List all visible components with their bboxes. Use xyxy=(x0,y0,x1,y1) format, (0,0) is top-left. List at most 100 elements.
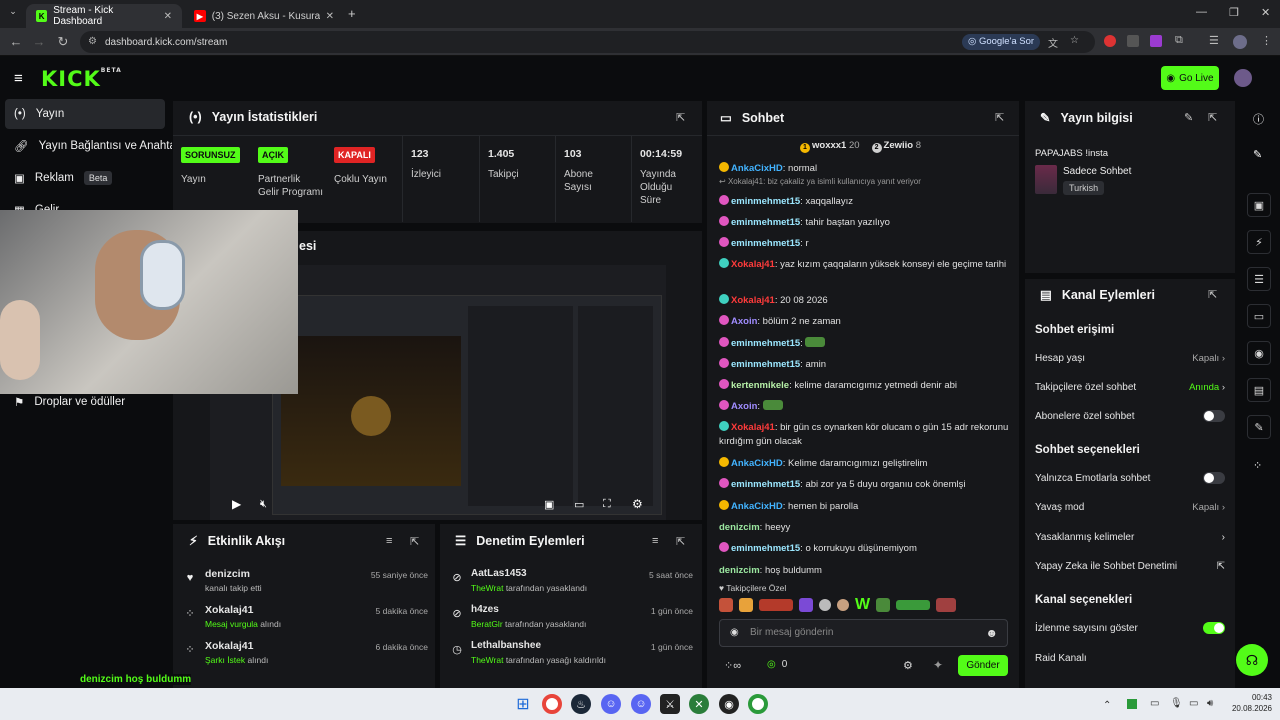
subscribers-only-toggle[interactable] xyxy=(1203,410,1225,422)
extension-icon[interactable] xyxy=(1127,35,1139,47)
emote-icon[interactable] xyxy=(819,599,831,611)
bookmark-star-icon[interactable]: ☆ xyxy=(1070,35,1079,46)
riot-icon[interactable]: ⚔ xyxy=(660,694,680,714)
tab-kick-dashboard[interactable]: K Stream - Kick Dashboard ✕ xyxy=(26,4,182,28)
widget-broadcast-icon[interactable]: ◉ xyxy=(1247,341,1271,365)
chat-username[interactable]: Xokalaj41 xyxy=(731,422,775,433)
pencil-icon[interactable]: ✎ xyxy=(1253,148,1262,161)
chat-message[interactable]: eminmehmet15: amin xyxy=(719,358,1009,372)
minimize-icon[interactable]: — xyxy=(1196,6,1207,18)
popout-icon[interactable]: ⇱ xyxy=(410,535,419,548)
tray-app-icon[interactable] xyxy=(1127,699,1137,709)
filter-icon[interactable]: ≡ xyxy=(652,535,658,547)
kick-logo[interactable]: KICKBETA xyxy=(41,67,122,91)
url-field[interactable]: ⚙ dashboard.kick.com/stream ◎ Google'a S… xyxy=(80,31,1095,53)
widget-wrench-icon[interactable]: ✎ xyxy=(1247,415,1271,439)
chat-username[interactable]: AnkaCixHD xyxy=(731,501,783,512)
chat-username[interactable]: AnkaCixHD xyxy=(731,458,783,469)
show-viewcount-toggle[interactable] xyxy=(1203,622,1225,634)
translate-icon[interactable]: 文 xyxy=(1048,35,1058,50)
tray-chevron-icon[interactable]: ⌃ xyxy=(1103,700,1111,711)
channel-points[interactable]: ◎ 0 xyxy=(767,659,787,670)
xbox-icon[interactable]: ✕ xyxy=(689,694,709,714)
reading-list-icon[interactable]: ☰ xyxy=(1209,34,1219,47)
chat-message[interactable]: kertenmikele: kelime daramcıgımız yetmed… xyxy=(719,379,1009,393)
chat-input[interactable]: ◉ Bir mesaj gönderin ☻ xyxy=(719,619,1008,647)
mute-icon[interactable]: 🔇︎ xyxy=(260,498,267,511)
followers-only-row[interactable]: Takipçilere özel sohbet Anında › xyxy=(1035,377,1225,397)
chat-message[interactable]: eminmehmet15: tahir baştan yazılıyo xyxy=(719,216,1009,230)
emoji-icon[interactable]: ☻ xyxy=(985,626,998,640)
discord-icon[interactable]: ☺ xyxy=(631,694,651,714)
sidebar-item-reklam[interactable]: ▣ Reklam Beta xyxy=(0,163,172,193)
chat-username[interactable]: eminmehmet15 xyxy=(731,479,800,490)
popout-icon[interactable]: ⇱ xyxy=(1208,111,1217,124)
chat-message[interactable]: Xokalaj41: bir gün cs oynarken kör oluca… xyxy=(719,421,1009,449)
emote-only-toggle[interactable] xyxy=(1203,472,1225,484)
extension-icon[interactable] xyxy=(1150,35,1162,47)
hamburger-menu-icon[interactable]: ≡ xyxy=(14,70,23,87)
close-tab-icon[interactable]: ✕ xyxy=(164,11,172,22)
coins-icon[interactable]: ⁘ xyxy=(1253,459,1262,472)
support-headset-icon[interactable]: ☊ xyxy=(1236,644,1268,676)
chat-username[interactable]: denizcim xyxy=(719,522,760,533)
points-infinity-icon[interactable]: ⁘∞ xyxy=(724,659,741,672)
microphone-icon[interactable]: 🎙︎ xyxy=(1170,698,1183,709)
play-icon[interactable]: ▶ xyxy=(232,497,241,511)
tab-youtube[interactable]: ▶ (3) Sezen Aksu - Kusura Bakma ✕ xyxy=(184,4,344,28)
chrome-profile-icon[interactable] xyxy=(748,694,768,714)
info-icon[interactable]: ⓘ xyxy=(1253,111,1264,127)
ai-moderation-row[interactable]: Yapay Zeka ile Sohbet Denetimi ⇱ xyxy=(1035,556,1225,576)
tab-list-icon[interactable]: ⌄ xyxy=(6,6,20,20)
chat-settings-icon[interactable]: ⚙ xyxy=(903,659,913,672)
theater-icon[interactable]: ▭ xyxy=(574,498,584,511)
chat-message[interactable]: eminmehmet15: xyxy=(719,337,1009,351)
chat-message[interactable]: AnkaCixHD: Kelime daramcıgımızı geliştir… xyxy=(719,457,1009,471)
chrome-icon[interactable] xyxy=(542,694,562,714)
chat-message[interactable]: denizcim: heeyy xyxy=(719,521,1009,535)
chat-message[interactable]: AnkaCixHD: normal xyxy=(719,162,1009,176)
emote-icon[interactable] xyxy=(739,598,753,612)
chat-username[interactable]: Xokalaj41 xyxy=(731,295,775,306)
windows-start-icon[interactable]: ⊞ xyxy=(513,694,533,714)
emote-icon[interactable] xyxy=(837,599,849,611)
chat-username[interactable]: eminmehmet15 xyxy=(731,196,800,207)
close-window-icon[interactable]: ✕ xyxy=(1261,6,1270,19)
chat-message[interactable]: eminmehmet15: abi zor ya 5 duyu organıu … xyxy=(719,478,1009,492)
chat-username[interactable]: Xokalaj41 xyxy=(731,259,775,270)
filter-icon[interactable]: ≡ xyxy=(386,535,392,547)
emote-icon[interactable]: W xyxy=(855,596,870,614)
discord-icon[interactable]: ☺ xyxy=(601,694,621,714)
chat-message[interactable]: Axoin: bölüm 2 ne zaman xyxy=(719,315,1009,329)
close-tab-icon[interactable]: ✕ xyxy=(326,11,334,22)
maximize-icon[interactable]: ❐ xyxy=(1229,6,1239,19)
go-live-button[interactable]: ◉ Go Live xyxy=(1161,66,1219,90)
pip-icon[interactable]: ▣ xyxy=(544,498,554,511)
emote-icon[interactable] xyxy=(896,600,931,610)
widget-chat-icon[interactable]: ▭ xyxy=(1247,304,1271,328)
edit-icon[interactable]: ✎ xyxy=(1184,111,1193,124)
emote-icon[interactable] xyxy=(936,598,957,612)
chat-message[interactable]: Xokalaj41: 20 08 2026 xyxy=(719,294,1009,308)
chat-username[interactable]: Axoin xyxy=(731,316,757,327)
reload-icon[interactable]: ↻ xyxy=(55,34,71,50)
chat-username[interactable]: eminmehmet15 xyxy=(731,238,800,249)
emote-icon[interactable] xyxy=(876,598,891,612)
emote-icon[interactable] xyxy=(719,598,733,612)
back-icon[interactable]: ← xyxy=(8,34,24,50)
chat-message[interactable]: eminmehmet15: xaqqallayız xyxy=(719,195,1009,209)
popout-icon[interactable]: ⇱ xyxy=(676,111,685,124)
popout-icon[interactable]: ⇱ xyxy=(995,111,1004,124)
network-icon[interactable]: ▭ xyxy=(1189,698,1198,709)
chat-username[interactable]: eminmehmet15 xyxy=(731,543,800,554)
widget-ad-icon[interactable]: ▣ xyxy=(1247,193,1271,217)
settings-gear-icon[interactable]: ⚙ xyxy=(632,497,643,511)
chat-username[interactable]: AnkaCixHD xyxy=(731,163,783,174)
obs-icon[interactable]: ◉ xyxy=(719,694,739,714)
google-ask-button[interactable]: ◎ Google'a Sor xyxy=(962,34,1041,50)
chat-username[interactable]: eminmehmet15 xyxy=(731,359,800,370)
account-age-row[interactable]: Hesap yaşı Kapalı › xyxy=(1035,348,1225,368)
emote-icon[interactable] xyxy=(799,598,813,612)
extension-icon[interactable] xyxy=(1104,35,1116,47)
popout-icon[interactable]: ⇱ xyxy=(1208,288,1217,301)
